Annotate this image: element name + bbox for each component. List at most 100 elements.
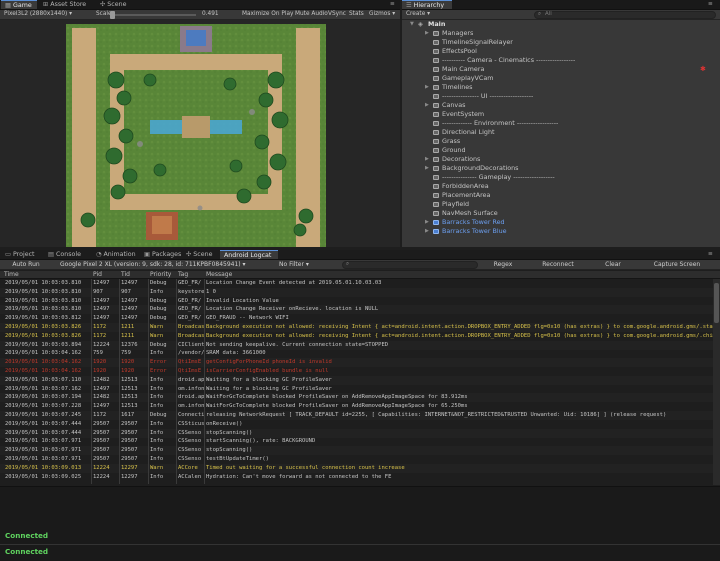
hierarchy-item[interactable]: ▶ Barracks Tower Blue [402,227,720,236]
expand-arrow-icon[interactable]: ▶ [425,164,429,173]
clear-button[interactable]: Clear [596,260,630,269]
gameobject-icon [433,31,439,36]
log-row[interactable]: 2019/05/01 10:03:07.110 12482 12513 Info dro… [0,375,713,385]
log-row[interactable]: 2019/05/01 10:03:07.444 29507 29507 Info CSS… [0,420,713,429]
scale-slider[interactable] [110,11,196,19]
log-row[interactable]: 2019/05/01 10:03:09.025 12224 12297 Info ACC… [0,473,713,482]
col-priority[interactable]: Priority [150,271,171,279]
mute-audio-toggle[interactable]: Mute Audio [295,10,328,19]
expand-arrow-icon[interactable]: ▼ [410,20,414,29]
game-view[interactable] [0,20,400,247]
log-row[interactable]: 2019/05/01 10:03:07.971 29507 29507 Info CSS… [0,437,713,446]
tab-animation[interactable]: ◔ Animation [92,250,140,259]
log-row[interactable]: 2019/05/01 10:03:04.162 759 759 Info/vendor… [0,349,713,358]
log-row[interactable]: 2019/05/01 10:03:03.812 12497 12497 Debug GE… [0,314,713,323]
hierarchy-item[interactable]: GameplayVCam [402,74,720,83]
tab-project[interactable]: ▭ Project [1,250,39,259]
tab-scene[interactable]: ✣ Scene [96,0,134,9]
log-row[interactable]: 2019/05/01 10:03:09.013 12224 12297 Warn ACC… [0,463,713,473]
gameobject-icon [433,148,439,153]
col-time[interactable]: Time [4,271,19,279]
log-row[interactable]: 2019/05/01 10:03:03.810 12497 12497 Debug GE… [0,305,713,315]
expand-arrow-icon[interactable]: ▶ [425,83,429,92]
col-tid[interactable]: Tid [121,271,130,279]
hierarchy-item[interactable]: PlacementArea [402,191,720,200]
log-scrollbar[interactable] [713,279,720,485]
log-row[interactable]: 2019/05/01 10:03:04.162 1920 1920 Error QtiI… [0,367,713,376]
tab-packages[interactable]: ▣ Packages [140,250,185,259]
expand-arrow-icon[interactable]: ▶ [425,29,429,38]
tab-hierarchy[interactable]: ☰ Hierarchy [402,0,452,9]
expand-arrow-icon[interactable]: ▶ [425,101,429,110]
reconnect-button[interactable]: Reconnect [534,260,582,269]
gizmos-dropdown[interactable]: Gizmos ▾ [369,10,395,19]
log-row[interactable]: 2019/05/01 10:03:07.971 29507 29507 Info CSS… [0,446,713,456]
tab-asset-store[interactable]: ⊞ Asset Store [39,0,93,9]
hierarchy-item[interactable]: Main Camera ✱ [402,65,720,74]
expand-arrow-icon[interactable]: ▶ [425,218,429,227]
log-row[interactable]: 2019/05/01 10:03:03.894 12224 12376 Debug CI… [0,340,713,350]
log-row[interactable]: 2019/05/01 10:03:07.228 12497 12513 Info om.… [0,402,713,411]
hierarchy-item[interactable]: EventSystem [402,110,720,119]
log-row[interactable]: 2019/05/01 10:03:04.162 1920 1920 Error QtiI… [0,358,713,368]
stats-toggle[interactable]: Stats [349,10,364,19]
hierarchy-item[interactable]: ---------- Camera - Cinematics ---------… [402,56,720,65]
log-row[interactable]: 2019/05/01 10:03:07.971 29507 29507 Info CSS… [0,455,713,464]
hierarchy-item[interactable]: ▶ Canvas [402,101,720,110]
log-row[interactable]: 2019/05/01 10:03:03.810 907 907 Info keystor… [0,287,713,297]
regex-toggle[interactable]: Regex [488,260,518,269]
tab-console[interactable]: ▤ Console [44,250,85,259]
log-row[interactable]: 2019/05/01 10:03:07.162 12497 12513 Info om.… [0,385,713,394]
col-tag[interactable]: Tag [178,271,188,279]
create-dropdown[interactable]: Create ▾ [406,10,430,19]
hierarchy-item[interactable]: Grass [402,137,720,146]
hierarchy-item[interactable]: ▶ Barracks Tower Red [402,218,720,227]
hierarchy-search[interactable]: ⌕ All [534,11,716,19]
hierarchy-item[interactable]: ---------------- UI ------------------- [402,92,720,101]
hierarchy-item[interactable]: ▶ Timelines [402,83,720,92]
bridge [182,116,210,138]
hierarchy-item[interactable]: ForbiddenArea [402,182,720,191]
col-message[interactable]: Message [206,271,232,279]
auto-run-button[interactable]: Auto Run [6,260,46,269]
log-row[interactable]: 2019/05/01 10:03:03.810 12497 12497 Debug GE… [0,279,713,288]
col-pid[interactable]: Pid [93,271,102,279]
hierarchy-item[interactable]: ▶ BackgroundDecorations [402,164,720,173]
panel-menu-icon[interactable]: ≡ [390,0,395,9]
scale-slider-handle[interactable] [110,11,115,19]
hierarchy-item[interactable]: Ground [402,146,720,155]
logcat-search[interactable]: ⌕ [342,261,478,269]
log-row[interactable]: 2019/05/01 10:03:03.810 12497 12497 Debug GE… [0,297,713,306]
device-dropdown[interactable]: Google Pixel 2 XL (version: 9, sdk: 28, … [60,260,260,269]
hierarchy-item[interactable]: NavMesh Surface [402,209,720,218]
hierarchy-item[interactable]: --------------- Gameplay ---------------… [402,173,720,182]
log-row[interactable]: 2019/05/01 10:03:07.444 29507 29507 Info CSS… [0,428,713,438]
log-cell-tid: 29507 [121,429,138,436]
vsync-toggle[interactable]: VSync [328,10,346,19]
resolution-dropdown[interactable]: Pixel3L2 (2880x1440) ▾ [4,10,86,19]
tab-android-logcat[interactable]: Android Logcat [220,250,278,259]
log-scrollbar-thumb[interactable] [714,283,719,323]
log-row[interactable]: 2019/05/01 10:03:03.826 1172 1211 Warn Broad… [0,323,713,332]
hierarchy-item[interactable]: TimelineSignalRelayer [402,38,720,47]
logcat-menu-icon[interactable]: ≡ [708,250,713,259]
log-list[interactable]: 2019/05/01 10:03:03.810 12497 12497 Debug GE… [0,279,720,485]
log-row[interactable]: 2019/05/01 10:03:03.826 1172 1211 Warn Broad… [0,332,713,341]
expand-arrow-icon[interactable]: ▶ [425,155,429,164]
expand-arrow-icon[interactable]: ▶ [425,227,429,236]
hierarchy-item[interactable]: ------------- Environment --------------… [402,119,720,128]
hierarchy-menu-icon[interactable]: ≡ [708,0,713,9]
log-row[interactable]: 2019/05/01 10:03:07.194 12482 12513 Info dro… [0,393,713,403]
tab-game[interactable]: ▦ Game [1,0,37,9]
tab-scene-bottom[interactable]: ✣ Scene [182,250,216,259]
hierarchy-item[interactable]: Directional Light [402,128,720,137]
hierarchy-item[interactable]: Playfield [402,200,720,209]
hierarchy-item[interactable]: ▶ Decorations [402,155,720,164]
filter-dropdown[interactable]: No Filter ▾ [276,260,338,269]
capture-screen-button[interactable]: Capture Screen [644,260,710,269]
maximize-on-play-toggle[interactable]: Maximize On Play [242,10,293,19]
log-row[interactable]: 2019/05/01 10:03:07.245 1172 1617 Debug Conn… [0,411,713,420]
scene-root[interactable]: ▼ ◈ Main [402,20,720,29]
hierarchy-item[interactable]: EffectsPool [402,47,720,56]
hierarchy-item[interactable]: ▶ Managers [402,29,720,38]
